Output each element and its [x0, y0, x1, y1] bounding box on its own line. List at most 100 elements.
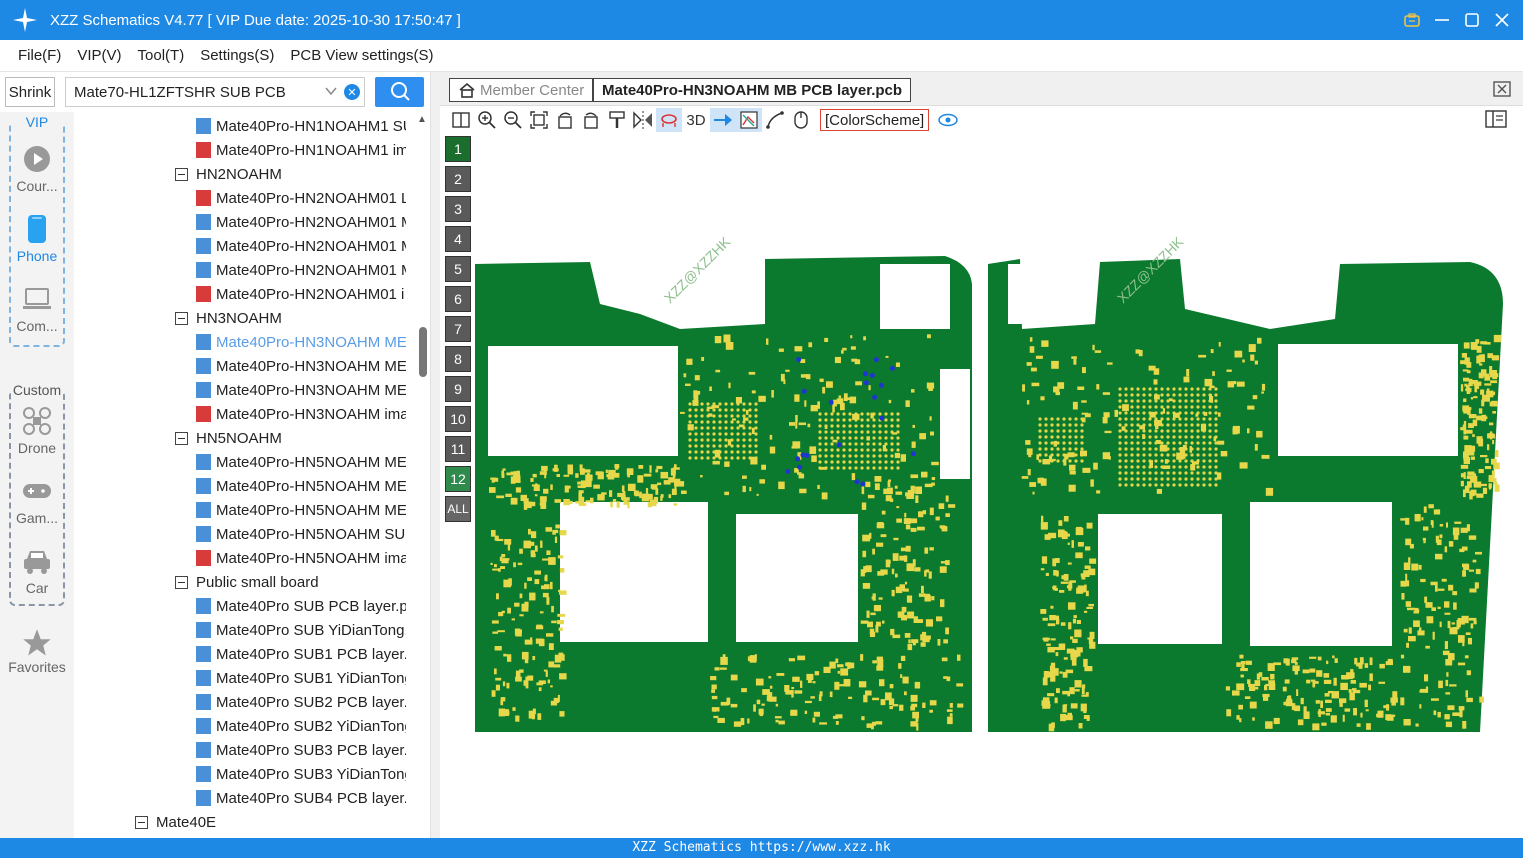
tree-scrollbar[interactable]: ▲ [416, 112, 430, 838]
tree-file[interactable]: Mate40Pro-HN2NOAHM01 i [196, 282, 404, 306]
zoom-in-icon[interactable] [474, 108, 500, 132]
chevron-down-icon[interactable] [324, 84, 338, 102]
side-panel-icon[interactable] [1485, 110, 1507, 131]
tree-file[interactable]: Mate40Pro-HN5NOAHM SUI [196, 522, 406, 546]
tree-file[interactable]: Mate40Pro-HN5NOAHM ME [196, 474, 406, 498]
clear-icon[interactable]: ✕ [344, 84, 360, 100]
nav-favorites[interactable]: Favorites [0, 627, 74, 675]
nav-car[interactable]: Car [11, 546, 63, 596]
briefcase-icon[interactable] [1403, 11, 1421, 29]
tree-file[interactable]: Mate40Pro SUB PCB layer.pc [196, 594, 406, 618]
pcb-pad [1233, 381, 1237, 385]
tree-file[interactable]: Mate40Pro-HN2NOAHM01 L [196, 186, 406, 210]
eye-icon[interactable] [935, 108, 961, 132]
net-highlight-icon[interactable] [656, 108, 682, 132]
bga-ball [1044, 441, 1048, 445]
pcb-view[interactable]: XZZ@XZZHK XZZ@XZZHK [440, 134, 1523, 838]
tab-member-center[interactable]: Member Center [449, 78, 594, 102]
close-tabs-icon[interactable] [1493, 81, 1511, 100]
tree-folder[interactable]: Mate40E [135, 810, 216, 834]
pcb-pad [1212, 371, 1215, 376]
tree-file[interactable]: Mate40Pro-HN1NOAHM1 im [196, 138, 406, 162]
pin-arrow-icon[interactable] [710, 108, 736, 132]
tree-file[interactable]: Mate40Pro-HN2NOAHM01 M [196, 210, 406, 234]
nav-phone[interactable]: Phone [11, 214, 63, 264]
panel-splitter[interactable] [430, 72, 440, 838]
trace-view-icon[interactable] [736, 108, 762, 132]
tree-file[interactable]: Mate40Pro-HN3NOAHM ME [196, 330, 406, 354]
tree-file[interactable]: Mate40Pro SUB YiDianTong. [196, 618, 406, 642]
menu-vip[interactable]: VIP(V) [77, 47, 121, 64]
view-3d-button[interactable]: 3D [682, 108, 710, 132]
fit-view-icon[interactable] [526, 108, 552, 132]
pcb-file-icon [196, 622, 211, 638]
menu-file[interactable]: File(F) [18, 47, 61, 64]
menu-pcb-view-settings[interactable]: PCB View settings(S) [290, 47, 433, 64]
nav-games[interactable]: Gam... [11, 476, 63, 526]
nav-drone[interactable]: Drone [11, 406, 63, 456]
pcb-pad [1153, 379, 1158, 385]
shrink-button[interactable]: Shrink [5, 77, 55, 107]
nav-computer[interactable]: Com... [11, 284, 63, 334]
maximize-icon[interactable] [1463, 11, 1481, 29]
tree-file[interactable]: Mate40Pro SUB4 PCB layer.p [196, 786, 406, 810]
pcb-pad [895, 491, 903, 495]
tree-file[interactable]: Mate40Pro SUB2 PCB layer.p [196, 690, 406, 714]
pcb-pad [515, 629, 522, 637]
rotate-right-icon[interactable] [578, 108, 604, 132]
menu-tool[interactable]: Tool(T) [138, 47, 185, 64]
bga-ball [1214, 459, 1218, 463]
tree-file[interactable]: Mate40Pro SUB1 YiDianTong [196, 666, 406, 690]
pcb-canvas[interactable]: 1 2 3 4 5 6 7 8 9 10 11 12 ALL XZZ@XZZHK XZZ@XZZHK [440, 134, 1523, 838]
collapse-icon[interactable] [175, 431, 188, 445]
tree-file[interactable]: Mate40Pro-HN2NOAHM01 M [196, 258, 406, 282]
nav-courses[interactable]: Cour... [11, 144, 63, 194]
menu-settings[interactable]: Settings(S) [200, 47, 274, 64]
tree-file[interactable]: Mate40Pro SUB2 YiDianTong [196, 714, 406, 738]
bga-ball [1130, 399, 1134, 403]
pcb-pad [1408, 636, 1416, 642]
pcb-pad [1445, 692, 1451, 695]
tree-file[interactable]: Mate40Pro-HN3NOAHM ME [196, 354, 406, 378]
tree-file[interactable]: Mate40Pro-HN5NOAHM ME [196, 450, 406, 474]
paint-icon[interactable] [604, 108, 630, 132]
tree-file[interactable]: Mate40Pro SUB3 YiDianTong [196, 762, 406, 786]
split-view-icon[interactable] [448, 108, 474, 132]
mouse-icon[interactable] [788, 108, 814, 132]
mirror-icon[interactable] [630, 108, 656, 132]
bga-ball [842, 430, 846, 434]
search-button[interactable] [375, 77, 424, 107]
tree-file[interactable]: Mate40Pro-HN5NOAHM ima [196, 546, 406, 570]
color-scheme-button[interactable]: [ColorScheme] [820, 109, 930, 131]
tab-active-pcb[interactable]: Mate40Pro-HN3NOAHM MB PCB layer.pcb [593, 78, 912, 102]
tree-folder[interactable]: HN2NOAHM [175, 162, 282, 186]
tree-file[interactable]: Mate40Pro-HN3NOAHM ima [196, 402, 406, 426]
tree-file[interactable]: Mate40Pro-HN3NOAHM ME [196, 378, 406, 402]
tree-file[interactable]: Mate40Pro-HN5NOAHM ME [196, 498, 406, 522]
collapse-icon[interactable] [175, 311, 188, 325]
rotate-left-icon[interactable] [552, 108, 578, 132]
minimize-icon[interactable] [1433, 11, 1451, 29]
measure-icon[interactable] [762, 108, 788, 132]
tree-folder[interactable]: HN5NOAHM [175, 426, 282, 450]
collapse-icon[interactable] [175, 575, 188, 589]
bga-ball [700, 444, 704, 448]
pcb-pad [797, 655, 806, 661]
scroll-up-icon[interactable]: ▲ [417, 114, 427, 125]
tree-folder[interactable]: Public small board [175, 570, 319, 594]
close-icon[interactable] [1493, 11, 1511, 29]
pcb-pad [1053, 440, 1057, 447]
tree-folder[interactable]: HN3NOAHM [175, 306, 282, 330]
bga-ball [854, 442, 858, 446]
tree-file[interactable]: Mate40Pro SUB1 PCB layer.p [196, 642, 406, 666]
tree-file[interactable]: Mate40Pro-HN1NOAHM1 SU [196, 114, 406, 138]
collapse-icon[interactable] [175, 167, 188, 181]
model-search-input[interactable]: Mate70-HL1ZFTSHR SUB PCB ✕ [65, 77, 365, 107]
bga-ball [1124, 471, 1128, 475]
scroll-thumb[interactable] [419, 327, 427, 377]
tree-file[interactable]: Mate40Pro-HN2NOAHM01 M [196, 234, 406, 258]
zoom-out-icon[interactable] [500, 108, 526, 132]
pcb-pad [829, 691, 833, 698]
collapse-icon[interactable] [135, 815, 148, 829]
tree-file[interactable]: Mate40Pro SUB3 PCB layer.p [196, 738, 406, 762]
